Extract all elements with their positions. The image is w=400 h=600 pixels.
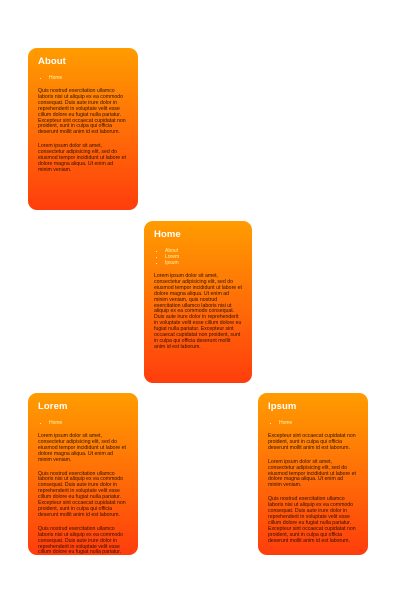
- card-title: Ipsum: [268, 401, 297, 412]
- card-paragraph: Quis nostrud exercitation ullamco labori…: [38, 525, 124, 555]
- card-paragraph: Quis nostrud exercitation ullamco labori…: [268, 496, 356, 544]
- card-title: Home: [154, 229, 181, 240]
- card-nav: About Lorem Ipsum: [154, 248, 242, 266]
- nav-item: Ipsum: [165, 260, 242, 266]
- card-ipsum: Ipsum Home Excepteur sint occaecat cupid…: [258, 393, 368, 555]
- nav-item: Home: [49, 75, 128, 81]
- card-about: About Home Quis nostrud exercitation ull…: [28, 48, 138, 210]
- card-nav: Home: [38, 420, 128, 426]
- nav-item: Home: [279, 420, 358, 426]
- card-nav: Home: [268, 420, 358, 426]
- card-lorem: Lorem Home Lorem ipsum dolor sit amet, c…: [28, 393, 138, 555]
- card-paragraph: Lorem ipsum dolor sit amet, consectetur …: [38, 143, 126, 173]
- card-paragraph: Lorem ipsum dolor sit amet, consectetur …: [154, 273, 242, 350]
- card-paragraph: Excepteur sint occaecat cupidatat non pr…: [268, 433, 356, 451]
- nav-link-home[interactable]: Home: [279, 420, 292, 426]
- card-title: Lorem: [38, 401, 68, 412]
- nav-item: Home: [49, 420, 128, 426]
- card-paragraph: Quis nostrud exercitation ullamco labori…: [38, 470, 126, 518]
- card-paragraph: Lorem ipsum dolor sit amet, consectetur …: [38, 433, 126, 463]
- card-paragraph: Quis nostrud exercitation ullamco labori…: [38, 88, 126, 136]
- card-title: About: [38, 56, 66, 67]
- nav-link-home[interactable]: Home: [49, 75, 62, 81]
- card-nav: Home: [38, 75, 128, 81]
- nav-link-home[interactable]: Home: [49, 420, 62, 426]
- card-home: Home About Lorem Ipsum Lorem ipsum dolor…: [144, 221, 252, 383]
- card-paragraph: Lorem ipsum dolor sit amet, consectetur …: [268, 458, 356, 489]
- nav-link-ipsum[interactable]: Ipsum: [165, 260, 179, 266]
